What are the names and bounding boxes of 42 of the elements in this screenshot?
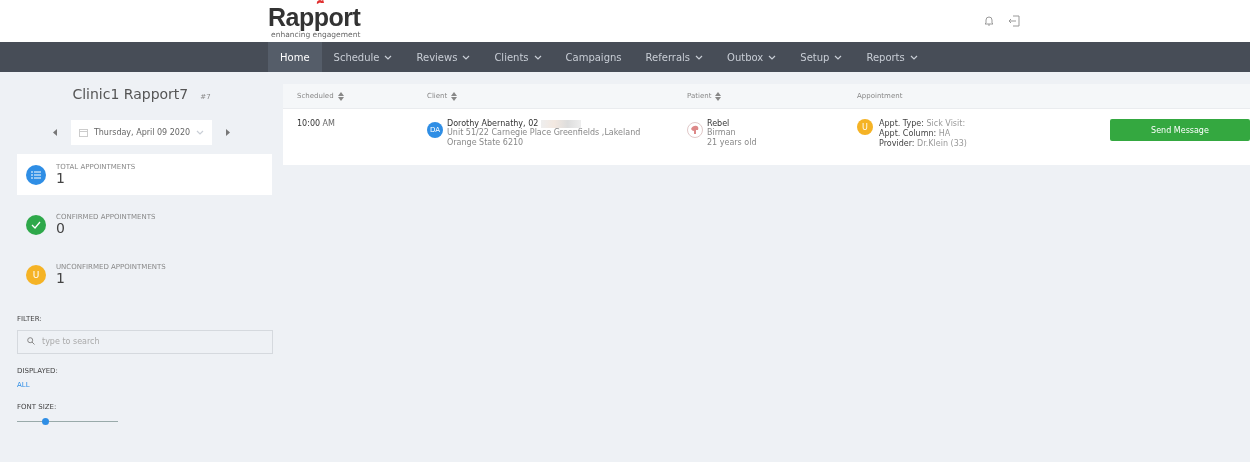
chevron-down-icon bbox=[196, 130, 205, 135]
patient-breed: Birman bbox=[707, 128, 737, 138]
patient-age: 21 years old bbox=[707, 138, 757, 148]
bell-icon[interactable] bbox=[984, 15, 994, 27]
nav-tab[interactable]: Referrals bbox=[633, 42, 716, 72]
stat-count: 1 bbox=[56, 171, 66, 186]
nav-tab[interactable]: Outbox bbox=[715, 42, 789, 72]
nav-tab[interactable]: Campaigns bbox=[553, 42, 634, 72]
nav-tab[interactable]: Reviews bbox=[404, 42, 483, 72]
nav-tab[interactable]: Home bbox=[268, 42, 322, 72]
nav-tab[interactable]: Reports bbox=[854, 42, 930, 72]
slider-thumb[interactable] bbox=[42, 418, 50, 425]
search-icon bbox=[27, 337, 35, 345]
nav-tab[interactable]: Schedule bbox=[321, 42, 405, 72]
nav-tab[interactable]: Clients bbox=[482, 42, 554, 72]
client-city: Orange State 6210 bbox=[447, 138, 525, 148]
clinic-name: Clinic1 Rapport7 bbox=[72, 86, 189, 102]
previous-icon[interactable] bbox=[52, 129, 57, 136]
status-badge: U bbox=[857, 119, 873, 135]
appointment-type: Appt. Type: Sick Visit: bbox=[879, 119, 967, 129]
appointment-provider: Provider: Dr.Klein (33) bbox=[879, 139, 967, 149]
sort-icon[interactable] bbox=[337, 91, 344, 101]
status-badge: U bbox=[26, 264, 46, 285]
logo: Rapport bbox=[268, 3, 361, 30]
search-field[interactable]: type to search bbox=[17, 329, 273, 354]
stat-count: 1 bbox=[56, 271, 66, 286]
redacted-phone bbox=[541, 119, 582, 128]
pet-icon bbox=[687, 122, 703, 138]
logout-icon[interactable] bbox=[1008, 15, 1020, 27]
scheduled-time: 10:00 AM bbox=[297, 119, 336, 130]
calendar-icon bbox=[78, 128, 88, 137]
date-picker[interactable]: Thursday, April 09 2020 bbox=[70, 120, 213, 145]
client-address: Unit 51/22 Carnegie Place Greenfields ,Lakeland bbox=[447, 128, 641, 138]
stat-count: 0 bbox=[56, 221, 66, 236]
nav-tab[interactable]: Setup bbox=[788, 42, 855, 72]
client-name[interactable]: Dorothy Abernathy, 02 bbox=[447, 119, 539, 128]
send-message-button[interactable]: Send Message bbox=[1110, 119, 1250, 141]
sort-icon[interactable] bbox=[715, 91, 722, 101]
patient-name: Rebel bbox=[707, 119, 731, 128]
sort-icon[interactable] bbox=[451, 91, 458, 101]
appointment-column: Appt. Column: HA bbox=[879, 129, 967, 139]
next-icon[interactable] bbox=[226, 129, 231, 136]
